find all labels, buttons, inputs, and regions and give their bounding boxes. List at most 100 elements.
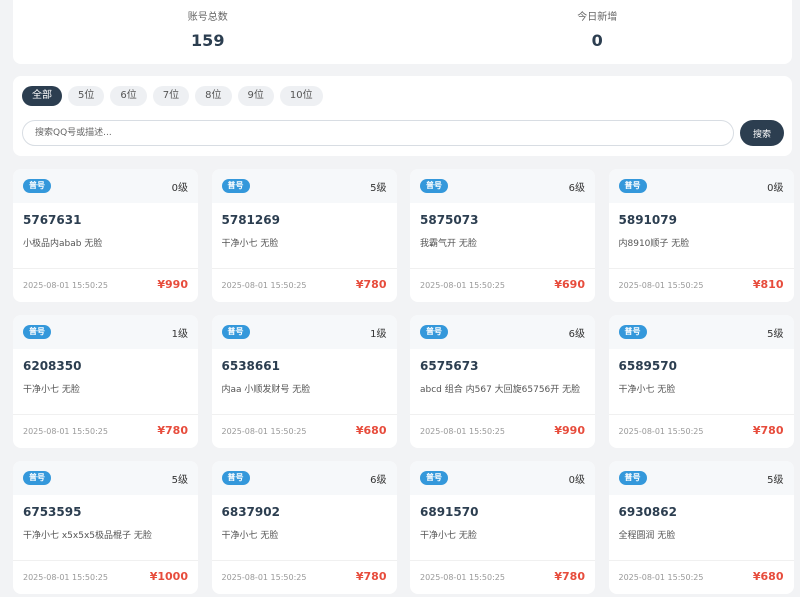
listing-date: 2025-08-01 15:50:25 bbox=[618, 573, 704, 582]
level-label: 5级 bbox=[171, 475, 188, 486]
filter-tab[interactable]: 9位 bbox=[237, 86, 274, 106]
price: ¥1000 bbox=[149, 570, 188, 583]
account-description: 内aa 小顺发财号 无脸 bbox=[221, 385, 311, 395]
type-badge: 普号 bbox=[221, 471, 250, 485]
filter-tab[interactable]: 7位 bbox=[152, 86, 190, 106]
stat-today-value: 0 bbox=[591, 31, 603, 50]
card-footer: 2025-08-01 15:50:25 ¥680 bbox=[608, 560, 794, 594]
level-label: 1级 bbox=[171, 329, 188, 340]
type-badge: 普号 bbox=[420, 471, 448, 485]
level-label: 1级 bbox=[370, 329, 387, 340]
level-label: 5级 bbox=[767, 329, 784, 340]
level-label: 5级 bbox=[370, 183, 387, 194]
account-number: 5891079 bbox=[618, 213, 677, 227]
listing-date: 2025-08-01 15:50:25 bbox=[23, 427, 108, 436]
price: ¥690 bbox=[554, 278, 585, 291]
price: ¥990 bbox=[554, 424, 585, 437]
card-footer: 2025-08-01 15:50:25 ¥990 bbox=[13, 268, 198, 302]
account-card[interactable]: 普号 1级 6208350 干净小七 无脸 2025-08-01 15:50:25 ¥78… bbox=[13, 315, 198, 448]
account-description: 内8910顺子 无脸 bbox=[618, 239, 690, 249]
account-description: abcd 组合 内567 大回旋65756开 无脸 bbox=[420, 385, 581, 395]
account-card[interactable]: 普号 0级 5767631 小极品内abab 无脸 2025-08-01 15:50:2… bbox=[13, 169, 198, 302]
card-footer: 2025-08-01 15:50:25 ¥690 bbox=[410, 268, 595, 302]
card-footer: 2025-08-01 15:50:25 ¥780 bbox=[608, 414, 794, 448]
card-footer: 2025-08-01 15:50:25 ¥680 bbox=[211, 414, 397, 448]
account-number: 6753595 bbox=[23, 505, 82, 519]
filter-panel: 全部 5位 6位 7位 8位 9位 10位 搜索 bbox=[13, 76, 792, 156]
listing-date: 2025-08-01 15:50:25 bbox=[221, 573, 307, 582]
price: ¥780 bbox=[752, 424, 784, 437]
filter-tabs: 全部 5位 6位 7位 8位 9位 10位 bbox=[22, 86, 323, 106]
card-header: 普号 5级 bbox=[13, 461, 198, 495]
listing-date: 2025-08-01 15:50:25 bbox=[420, 281, 505, 290]
filter-tab[interactable]: 6位 bbox=[110, 86, 147, 106]
listing-date: 2025-08-01 15:50:25 bbox=[618, 281, 704, 290]
price: ¥680 bbox=[752, 570, 784, 583]
price: ¥680 bbox=[355, 424, 387, 437]
card-header: 普号 6级 bbox=[410, 169, 595, 203]
listing-date: 2025-08-01 15:50:25 bbox=[221, 281, 307, 290]
filter-tab[interactable]: 全部 bbox=[22, 86, 62, 106]
listing-date: 2025-08-01 15:50:25 bbox=[23, 573, 108, 582]
account-number: 6538661 bbox=[221, 359, 280, 373]
account-card[interactable]: 普号 6级 6837902 干净小七 无脸 2025-08-01 15:50:25 ¥78… bbox=[211, 461, 397, 594]
price: ¥990 bbox=[157, 278, 188, 291]
account-description: 小极品内abab 无脸 bbox=[23, 239, 103, 249]
card-footer: 2025-08-01 15:50:25 ¥1000 bbox=[13, 560, 198, 594]
account-card[interactable]: 普号 5级 6930862 全程圆润 无脸 2025-08-01 15:50:25 ¥68… bbox=[608, 461, 794, 594]
stat-total: 账号总数 159 bbox=[13, 0, 403, 64]
price: ¥780 bbox=[355, 570, 387, 583]
account-number: 6891570 bbox=[420, 505, 479, 519]
account-card[interactable]: 普号 6级 6575673 abcd 组合 内567 大回旋65756开 无脸 2025… bbox=[410, 315, 595, 448]
type-badge: 普号 bbox=[23, 471, 51, 485]
type-badge: 普号 bbox=[221, 325, 250, 339]
type-badge: 普号 bbox=[221, 179, 250, 193]
account-number: 6575673 bbox=[420, 359, 479, 373]
type-badge: 普号 bbox=[420, 325, 448, 339]
card-header: 普号 5级 bbox=[608, 315, 794, 349]
search-button[interactable]: 搜索 bbox=[740, 120, 784, 146]
card-header: 普号 0级 bbox=[608, 169, 794, 203]
filter-tab[interactable]: 10位 bbox=[279, 86, 323, 106]
stat-total-label: 账号总数 bbox=[187, 12, 228, 23]
account-description: 干净小七 无脸 bbox=[618, 385, 676, 395]
account-description: 干净小七 无脸 bbox=[23, 385, 80, 395]
price: ¥780 bbox=[157, 424, 188, 437]
type-badge: 普号 bbox=[618, 179, 647, 193]
level-label: 5级 bbox=[767, 475, 784, 486]
account-card[interactable]: 普号 1级 6538661 内aa 小顺发财号 无脸 2025-08-01 15:50:… bbox=[211, 315, 397, 448]
type-badge: 普号 bbox=[618, 325, 647, 339]
search-input[interactable] bbox=[22, 120, 734, 146]
account-number: 6589570 bbox=[618, 359, 677, 373]
filter-tab[interactable]: 8位 bbox=[195, 86, 232, 106]
account-card[interactable]: 普号 5级 6589570 干净小七 无脸 2025-08-01 15:50:25 ¥78… bbox=[608, 315, 794, 448]
card-footer: 2025-08-01 15:50:25 ¥780 bbox=[410, 560, 595, 594]
filter-tab[interactable]: 5位 bbox=[68, 86, 105, 106]
listing-date: 2025-08-01 15:50:25 bbox=[420, 427, 505, 436]
account-description: 全程圆润 无脸 bbox=[618, 531, 676, 541]
account-description: 干净小七 x5x5x5极品棍子 无脸 bbox=[23, 531, 152, 541]
account-number: 5875073 bbox=[420, 213, 479, 227]
account-number: 6930862 bbox=[618, 505, 677, 519]
listing-date: 2025-08-01 15:50:25 bbox=[420, 573, 505, 582]
account-card[interactable]: 普号 6级 5875073 我霸气开 无脸 2025-08-01 15:50:25 ¥69… bbox=[410, 169, 595, 302]
account-card[interactable]: 普号 5级 5781269 干净小七 无脸 2025-08-01 15:50:25 ¥78… bbox=[211, 169, 397, 302]
type-badge: 普号 bbox=[23, 325, 51, 339]
account-grid: 普号 0级 5767631 小极品内abab 无脸 2025-08-01 15:50:2… bbox=[13, 169, 794, 594]
card-header: 普号 6级 bbox=[410, 315, 595, 349]
level-label: 0级 bbox=[767, 183, 784, 194]
level-label: 6级 bbox=[568, 183, 585, 194]
type-badge: 普号 bbox=[618, 471, 647, 485]
price: ¥810 bbox=[752, 278, 784, 291]
account-card[interactable]: 普号 5级 6753595 干净小七 x5x5x5极品棍子 无脸 2025-08-01 … bbox=[13, 461, 198, 594]
stat-today: 今日新增 0 bbox=[403, 0, 793, 64]
account-card[interactable]: 普号 0级 6891570 干净小七 无脸 2025-08-01 15:50:25 ¥78… bbox=[410, 461, 595, 594]
account-description: 干净小七 无脸 bbox=[221, 239, 279, 249]
account-card[interactable]: 普号 0级 5891079 内8910顺子 无脸 2025-08-01 15:50:25… bbox=[608, 169, 794, 302]
account-description: 干净小七 无脸 bbox=[221, 531, 279, 541]
card-header: 普号 0级 bbox=[410, 461, 595, 495]
level-label: 0级 bbox=[568, 475, 585, 486]
price: ¥780 bbox=[355, 278, 387, 291]
listing-date: 2025-08-01 15:50:25 bbox=[23, 281, 108, 290]
account-description: 我霸气开 无脸 bbox=[420, 239, 477, 249]
